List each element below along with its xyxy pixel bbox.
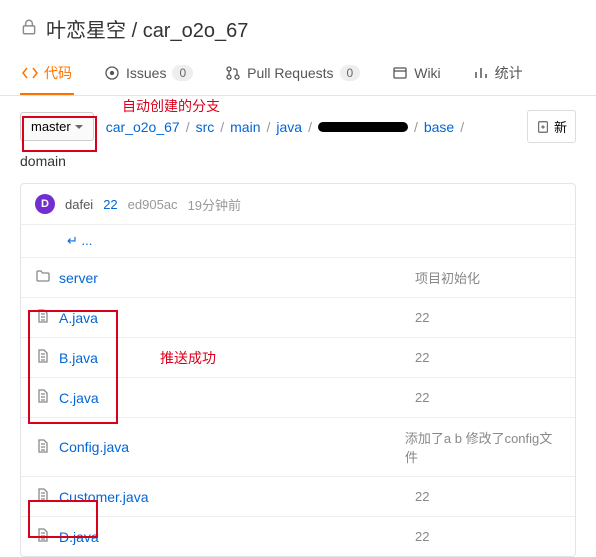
issues-count-badge: 0: [172, 65, 193, 81]
lock-icon: [20, 18, 38, 39]
repo-owner[interactable]: 叶恋星空: [46, 20, 126, 42]
path-breadcrumb: car_o2o_67/ src/ main/ java/ / base/: [106, 119, 515, 135]
highlight-box-file-d: [28, 500, 98, 538]
file-name-link[interactable]: server: [59, 270, 98, 286]
tab-pull-requests[interactable]: Pull Requests 0: [223, 53, 362, 95]
new-file-button[interactable]: 新: [527, 110, 576, 143]
commit-hash[interactable]: ed905ac: [128, 197, 178, 212]
annotation-auto-branch: 自动创建的分支: [122, 96, 220, 116]
file-commit-msg[interactable]: 项目初始化: [415, 268, 480, 287]
breadcrumb-redacted: [318, 122, 408, 132]
file-commit-msg[interactable]: 添加了a b 修改了config文件: [405, 428, 561, 466]
highlight-box-files-abc: [28, 310, 118, 424]
tab-stats[interactable]: 统计: [471, 53, 525, 95]
file-row: Customer.java22: [21, 476, 575, 516]
repo-title: 叶恋星空 / car_o2o_67: [46, 14, 248, 43]
last-commit-row: D dafei 22 ed905ac 19分钟前: [21, 184, 575, 224]
tab-code[interactable]: 代码: [20, 53, 74, 95]
annotation-push-success: 推送成功: [160, 348, 216, 368]
commit-time: 19分钟前: [188, 195, 241, 214]
tab-wiki[interactable]: Wiki: [390, 53, 442, 95]
breadcrumb-src[interactable]: src: [196, 119, 215, 135]
avatar[interactable]: D: [35, 194, 55, 214]
breadcrumb-main[interactable]: main: [230, 119, 260, 135]
commit-author[interactable]: dafei: [65, 197, 93, 212]
file-row: D.java22: [21, 516, 575, 556]
breadcrumb-root[interactable]: car_o2o_67: [106, 119, 180, 135]
repo-tabs: 代码 Issues 0 Pull Requests 0 Wiki 统计: [0, 53, 596, 96]
breadcrumb-base[interactable]: base: [424, 119, 454, 135]
highlight-box-branch: [22, 116, 97, 152]
parent-directory-link[interactable]: ↵ ...: [21, 224, 575, 257]
file-commit-msg[interactable]: 22: [415, 310, 429, 325]
folder-icon: [35, 268, 51, 287]
file-name-link[interactable]: Config.java: [59, 439, 129, 455]
repo-header: 叶恋星空 / car_o2o_67: [0, 0, 596, 53]
breadcrumb-java[interactable]: java: [276, 119, 302, 135]
file-commit-msg[interactable]: 22: [415, 489, 429, 504]
repo-name[interactable]: car_o2o_67: [143, 20, 249, 42]
file-icon: [35, 438, 51, 457]
file-commit-msg[interactable]: 22: [415, 390, 429, 405]
pulls-count-badge: 0: [340, 65, 361, 81]
file-row: server 项目初始化: [21, 257, 575, 297]
breadcrumb-current: domain: [0, 149, 596, 183]
commit-message[interactable]: 22: [103, 197, 117, 212]
tab-issues[interactable]: Issues 0: [102, 53, 195, 95]
file-row: Config.java 添加了a b 修改了config文件: [21, 417, 575, 476]
file-commit-msg[interactable]: 22: [415, 350, 429, 365]
file-commit-msg[interactable]: 22: [415, 529, 429, 544]
